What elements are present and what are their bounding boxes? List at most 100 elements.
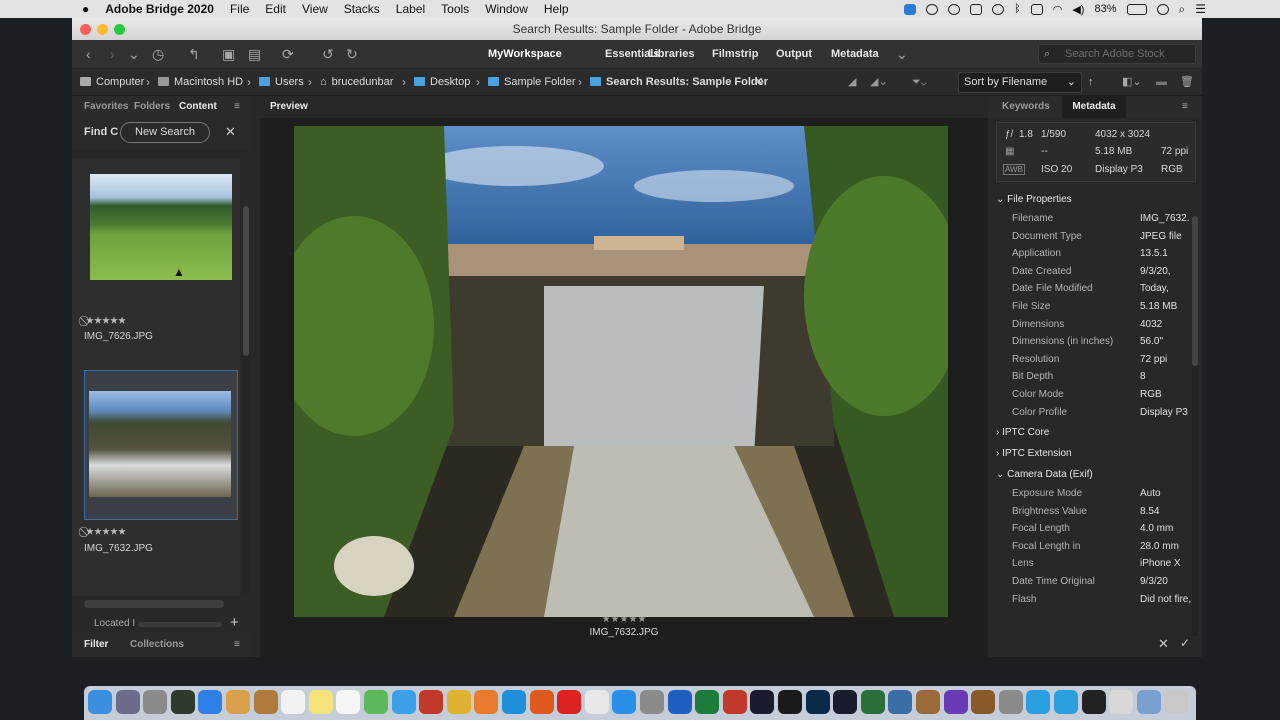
clock-icon[interactable] <box>1156 3 1169 15</box>
activity-icon[interactable] <box>170 690 195 714</box>
calendar-icon[interactable] <box>281 690 306 714</box>
panel-menu-icon[interactable]: ≡ <box>1182 96 1188 118</box>
section-iptc-extension[interactable]: › IPTC Extension <box>996 445 1072 463</box>
app-menu[interactable]: Adobe Bridge 2020 <box>105 2 214 16</box>
tab-preview[interactable]: Preview <box>270 96 308 118</box>
bridge-icon[interactable] <box>778 690 802 714</box>
wifi-icon[interactable]: ◠ <box>1053 3 1063 16</box>
metadata-value[interactable]: Did not fire, <box>1140 591 1194 609</box>
metadata-value[interactable]: 4.0 mm <box>1140 520 1194 538</box>
spotlight-icon[interactable]: ⌕ <box>1179 2 1186 17</box>
metadata-value[interactable]: 9/3/20, <box>1140 263 1194 281</box>
photo-booth-icon[interactable] <box>419 690 444 714</box>
tab-favorites[interactable]: Favorites <box>84 96 128 118</box>
apply-icon[interactable]: ✓ <box>1180 636 1190 650</box>
photos-icon[interactable] <box>446 690 471 714</box>
reminders-icon[interactable] <box>336 690 361 714</box>
metadata-value[interactable]: 72 ppi <box>1140 351 1194 369</box>
menu-edit[interactable]: Edit <box>265 2 286 16</box>
return-icon[interactable]: ↰ <box>188 46 200 62</box>
time-machine-icon[interactable] <box>992 3 1005 15</box>
sort-select[interactable]: Sort by Filename ⌄ <box>958 72 1082 93</box>
minimize-window-button[interactable] <box>97 24 108 35</box>
crumb-sample-folder[interactable]: Sample Folder <box>488 69 576 96</box>
zoom-window-button[interactable] <box>114 24 125 35</box>
guitar-icon[interactable] <box>971 690 996 714</box>
metadata-value[interactable]: RGB <box>1140 386 1194 404</box>
rotate-left-icon[interactable]: ↺ <box>322 46 334 62</box>
volume-icon[interactable]: ◀) <box>1072 3 1084 16</box>
apple-menu-icon[interactable]: ● <box>82 2 89 16</box>
lightroom-classic-icon[interactable] <box>833 690 858 714</box>
crumb-home[interactable]: ⌂ brucedunbar <box>320 69 393 96</box>
menu-label[interactable]: Label <box>396 2 425 16</box>
terminal-icon[interactable] <box>1081 690 1106 714</box>
filter-icon[interactable]: ⏷⌄ <box>912 69 927 96</box>
screens-alt-icon[interactable] <box>1054 690 1078 714</box>
trash-icon[interactable]: 🗑 <box>1180 69 1194 96</box>
metadata-value[interactable]: JPEG file <box>1140 228 1194 246</box>
globe-icon[interactable] <box>860 690 885 714</box>
launchpad-icon[interactable] <box>115 690 140 714</box>
quality-icon[interactable]: ◢ <box>848 69 856 96</box>
panel-menu-icon[interactable]: ≡ <box>234 96 240 118</box>
trash-icon[interactable] <box>1164 690 1189 714</box>
screens-icon[interactable] <box>1026 690 1051 714</box>
open-recent-file-icon[interactable]: ◧⌄ <box>1122 69 1142 96</box>
photoshop-icon[interactable] <box>805 690 830 714</box>
metadata-scrollbar[interactable] <box>1192 216 1198 636</box>
music-icon[interactable] <box>584 690 609 714</box>
menu-window[interactable]: Window <box>485 2 528 16</box>
menu-view[interactable]: View <box>302 2 328 16</box>
new-folder-icon[interactable]: ▬ <box>1156 69 1167 96</box>
list-item[interactable]: ⃠★★★★★ IMG_7626.JPG <box>72 168 232 342</box>
creative-cloud-icon[interactable] <box>926 3 939 15</box>
menu-file[interactable]: File <box>230 2 249 16</box>
section-iptc-core[interactable]: › IPTC Core <box>996 424 1049 442</box>
excel-icon[interactable] <box>695 690 720 714</box>
tab-keywords[interactable]: Keywords <box>1002 96 1050 118</box>
tab-collections[interactable]: Collections <box>130 632 184 657</box>
close-find-icon[interactable]: ✕ <box>225 124 236 140</box>
metadata-value[interactable]: Today, <box>1140 280 1194 298</box>
thumbnail-image[interactable] <box>89 391 231 497</box>
folder-icon[interactable] <box>1136 690 1161 714</box>
rating-filter-icon[interactable]: ◢⌄ <box>870 69 888 96</box>
menu-tools[interactable]: Tools <box>441 2 469 16</box>
metadata-value[interactable]: 56.0" <box>1140 333 1194 351</box>
metadata-value[interactable]: 8.54 <box>1140 503 1194 521</box>
thumbnail-size-slider[interactable] <box>138 622 222 627</box>
system-preferences-icon[interactable] <box>640 690 664 714</box>
metadata-value[interactable]: iPhone X <box>1140 555 1194 573</box>
imovie-icon[interactable] <box>943 690 968 714</box>
bluetooth-icon[interactable]: ᛒ <box>1014 3 1021 15</box>
metadata-value[interactable]: Display P3 <box>1140 404 1194 422</box>
new-search-button[interactable]: New Search <box>120 122 210 143</box>
chevron-down-icon[interactable]: ⌄ <box>128 46 140 62</box>
finder-window-icon[interactable] <box>1109 690 1134 714</box>
rotate-right-icon[interactable]: ↻ <box>346 46 358 62</box>
metadata-value[interactable]: 13.5.1 <box>1140 245 1194 263</box>
workspace-libraries[interactable]: Libraries <box>642 40 700 69</box>
safari-alt-icon[interactable] <box>143 690 168 714</box>
star-rating[interactable]: ★★★★★ <box>86 316 126 327</box>
tab-metadata[interactable]: Metadata <box>1062 96 1126 118</box>
crumb-search-results[interactable]: Search Results: Sample Folder <box>590 69 768 96</box>
cancel-icon[interactable]: ✕ <box>1158 636 1169 652</box>
dropbox-icon[interactable] <box>970 3 983 15</box>
close-window-button[interactable] <box>80 24 91 35</box>
preview-icon[interactable] <box>226 690 250 714</box>
metadata-value[interactable]: 9/3/20 <box>1140 573 1194 591</box>
tab-filter[interactable]: Filter <box>84 632 108 657</box>
airplay-icon[interactable] <box>1030 3 1043 15</box>
camera-icon[interactable]: ▣ <box>222 46 235 62</box>
metadata-value[interactable]: IMG_7632. <box>1140 210 1194 228</box>
open-recent-icon[interactable]: ⟳ <box>282 46 294 62</box>
metadata-value[interactable]: 5.18 MB <box>1140 298 1194 316</box>
workspace-myworkspace[interactable]: MyWorkspace <box>482 40 568 69</box>
crumb-macintosh-hd[interactable]: Macintosh HD <box>158 69 243 96</box>
menu-help[interactable]: Help <box>544 2 569 16</box>
menu-stacks[interactable]: Stacks <box>344 2 380 16</box>
tab-content[interactable]: Content <box>179 96 217 118</box>
tab-folders[interactable]: Folders <box>134 96 170 118</box>
